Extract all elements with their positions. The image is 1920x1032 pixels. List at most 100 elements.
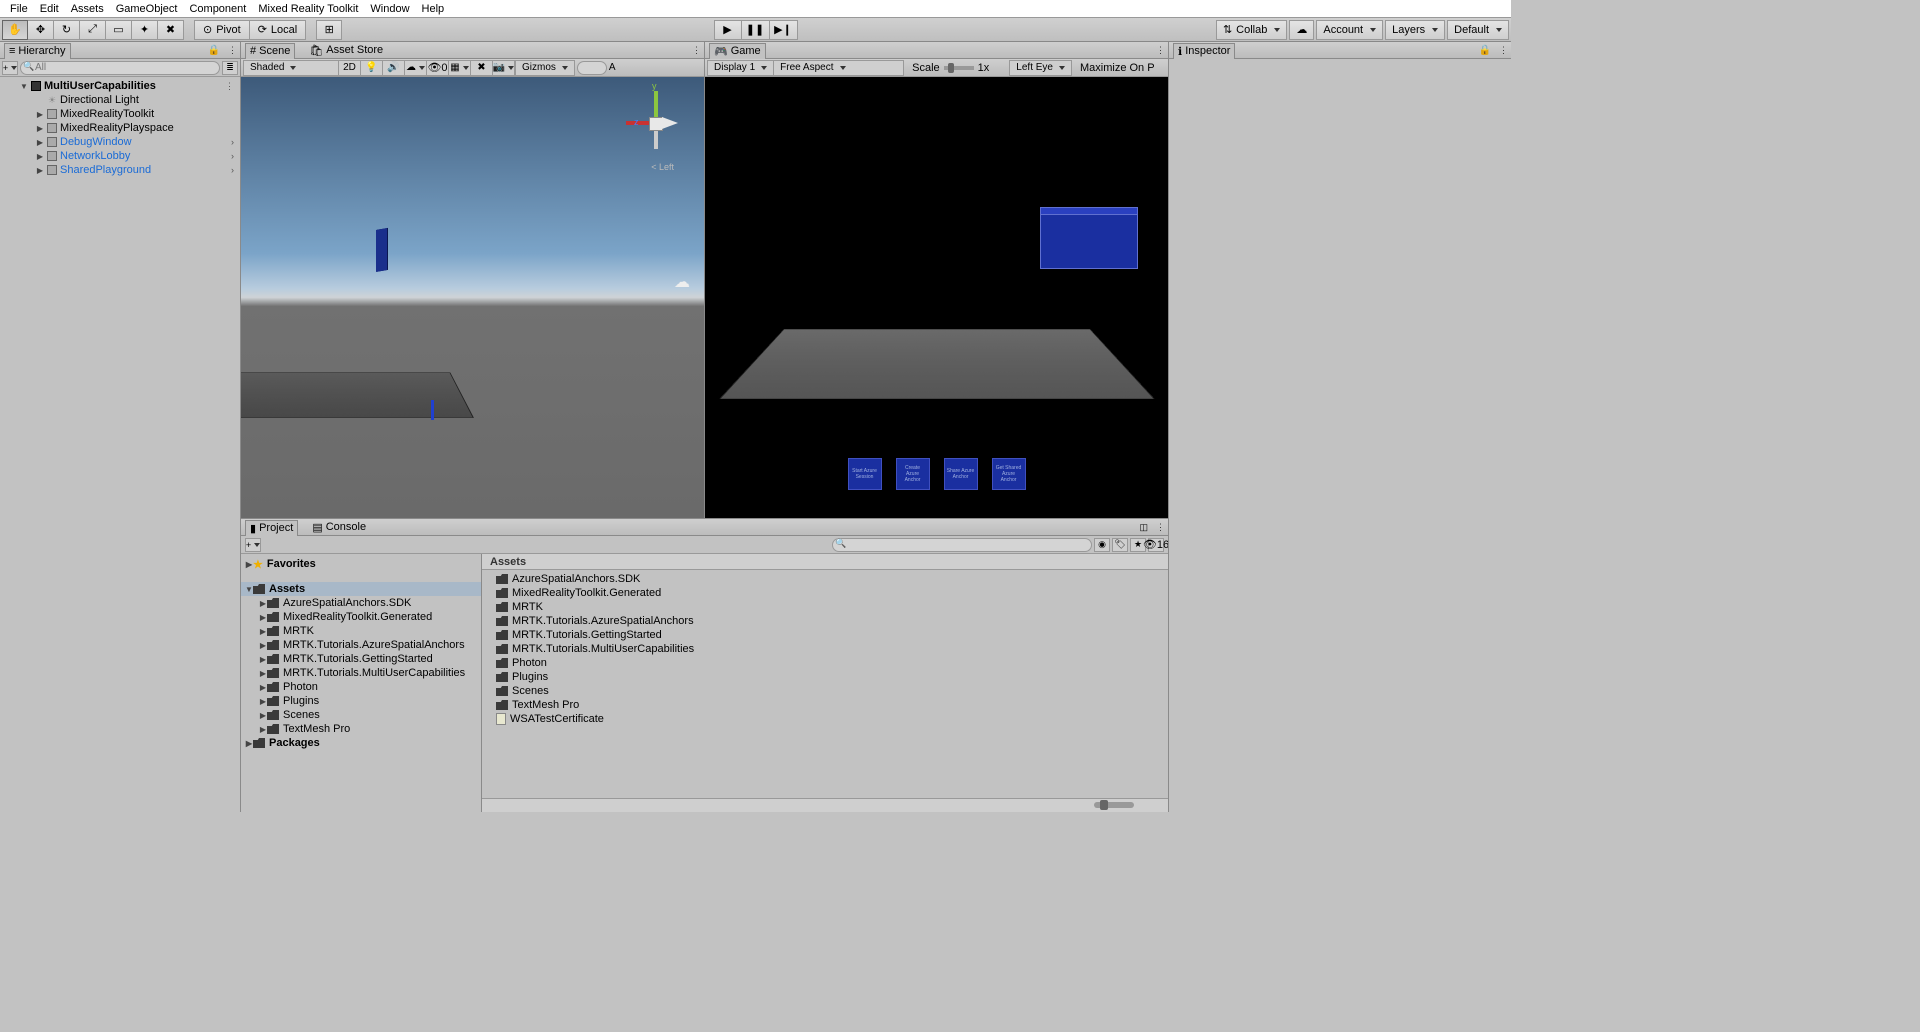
- expand-arrow-icon[interactable]: [259, 655, 267, 664]
- project-tree-item[interactable]: TextMesh Pro: [241, 722, 481, 736]
- lighting-toggle[interactable]: 💡: [361, 60, 383, 76]
- fx-toggle[interactable]: ☁: [405, 60, 427, 76]
- project-tree-item[interactable]: Plugins: [241, 694, 481, 708]
- inspector-lock-icon[interactable]: 🔒: [1479, 45, 1491, 56]
- project-tree-item[interactable]: MixedRealityToolkit.Generated: [241, 610, 481, 624]
- asset-item[interactable]: TextMesh Pro: [482, 698, 1168, 712]
- asset-item[interactable]: Scenes: [482, 684, 1168, 698]
- axis-gizmo[interactable]: z: [624, 85, 684, 165]
- menu-gameobject[interactable]: GameObject: [110, 0, 184, 17]
- gizmos-dropdown[interactable]: Gizmos: [515, 60, 575, 76]
- asset-size-slider[interactable]: [482, 798, 1168, 812]
- project-tree-item[interactable]: Photon: [241, 680, 481, 694]
- gizmo-y-neg[interactable]: [654, 131, 658, 149]
- scale-slider[interactable]: [944, 66, 974, 70]
- lock-icon[interactable]: 🔒: [208, 45, 220, 56]
- expand-arrow-icon[interactable]: [259, 669, 267, 678]
- custom-tool[interactable]: ✖: [158, 20, 184, 40]
- menu-assets[interactable]: Assets: [65, 0, 110, 17]
- game-menu-icon[interactable]: ⋮: [1156, 45, 1164, 56]
- expand-arrow-icon[interactable]: [36, 110, 44, 119]
- local-toggle[interactable]: ⟳Local: [250, 20, 307, 40]
- expand-arrow-icon[interactable]: [245, 739, 253, 748]
- create-dropdown[interactable]: +: [2, 61, 18, 75]
- expand-arrow-icon[interactable]: [259, 725, 267, 734]
- console-tab[interactable]: ▤ Console: [308, 519, 370, 535]
- project-tree-item[interactable]: MRTK: [241, 624, 481, 638]
- hierarchy-filter[interactable]: ≣: [222, 61, 238, 75]
- expand-arrow-icon[interactable]: [259, 711, 267, 720]
- layers-dropdown[interactable]: Layers: [1385, 20, 1445, 40]
- asset-store-tab[interactable]: 🛍 Asset Store: [305, 42, 387, 58]
- gizmo-center[interactable]: [649, 117, 663, 131]
- game-tab[interactable]: 🎮 Game: [709, 43, 766, 59]
- play-button[interactable]: ▶: [714, 20, 742, 40]
- expand-arrow-icon[interactable]: [259, 697, 267, 706]
- project-tree-item[interactable]: MRTK.Tutorials.AzureSpatialAnchors: [241, 638, 481, 652]
- asset-item[interactable]: WSATestCertificate: [482, 712, 1168, 726]
- packages-root[interactable]: Packages: [241, 736, 481, 750]
- account-dropdown[interactable]: Account: [1316, 20, 1383, 40]
- asset-item[interactable]: Plugins: [482, 670, 1168, 684]
- gizmo-y-axis[interactable]: [654, 91, 658, 117]
- expand-arrow-icon[interactable]: [259, 599, 267, 608]
- menu-mrtk[interactable]: Mixed Reality Toolkit: [252, 0, 364, 17]
- expand-arrow-icon[interactable]: [259, 627, 267, 636]
- game-viewport[interactable]: Start Azure Session Create Azure Anchor …: [705, 77, 1168, 518]
- project-tree-item[interactable]: Scenes: [241, 708, 481, 722]
- display-dropdown[interactable]: Display 1: [707, 60, 774, 76]
- scale-tool[interactable]: ⤢: [80, 20, 106, 40]
- row-menu-icon[interactable]: ›: [231, 165, 234, 175]
- project-tree-item[interactable]: AzureSpatialAnchors.SDK: [241, 596, 481, 610]
- scene-viewport[interactable]: z < Left ☁: [241, 77, 704, 518]
- menu-help[interactable]: Help: [416, 0, 451, 17]
- transform-tool[interactable]: ✦: [132, 20, 158, 40]
- expand-arrow-icon[interactable]: [36, 166, 44, 175]
- scene-row-menu-icon[interactable]: ⋮: [225, 81, 234, 92]
- project-create[interactable]: +: [245, 538, 261, 552]
- asset-item[interactable]: AzureSpatialAnchors.SDK: [482, 572, 1168, 586]
- menu-component[interactable]: Component: [183, 0, 252, 17]
- favorites-row[interactable]: Favorites: [241, 556, 481, 572]
- inspector-menu-icon[interactable]: ⋮: [1499, 45, 1507, 56]
- asset-item[interactable]: MixedRealityToolkit.Generated: [482, 586, 1168, 600]
- hidden-packages[interactable]: 👁16: [1148, 538, 1164, 552]
- grid-toggle[interactable]: ▦: [449, 60, 471, 76]
- expand-arrow-icon[interactable]: [259, 641, 267, 650]
- hierarchy-item[interactable]: MixedRealityPlayspace: [0, 121, 240, 135]
- layout-dropdown[interactable]: Default: [1447, 20, 1509, 40]
- row-menu-icon[interactable]: ›: [231, 137, 234, 147]
- row-menu-icon[interactable]: ›: [231, 151, 234, 161]
- hierarchy-search[interactable]: All: [20, 61, 220, 75]
- step-button[interactable]: ▶❙: [770, 20, 798, 40]
- expand-arrow-icon[interactable]: [245, 585, 253, 594]
- hidden-count[interactable]: 👁0: [427, 60, 449, 76]
- tool1[interactable]: ✖: [471, 60, 493, 76]
- cloud-button[interactable]: ☁: [1289, 20, 1314, 40]
- hierarchy-item[interactable]: DebugWindow›: [0, 135, 240, 149]
- expand-arrow-icon[interactable]: [245, 560, 253, 569]
- hierarchy-item[interactable]: Directional Light: [0, 93, 240, 107]
- search-mode[interactable]: A: [609, 62, 616, 73]
- aspect-dropdown[interactable]: Free Aspect: [774, 60, 904, 76]
- audio-toggle[interactable]: 🔊: [383, 60, 405, 76]
- expand-arrow-icon[interactable]: [20, 82, 28, 91]
- slider-knob[interactable]: [1100, 800, 1108, 810]
- gizmo-z-axis[interactable]: z: [634, 117, 639, 127]
- pivot-toggle[interactable]: ⊙Pivot: [194, 20, 250, 40]
- menu-file[interactable]: File: [4, 0, 34, 17]
- asset-item[interactable]: Photon: [482, 656, 1168, 670]
- hierarchy-menu-icon[interactable]: ⋮: [228, 45, 236, 56]
- hand-tool[interactable]: ✋: [2, 20, 28, 40]
- snap-tool[interactable]: ⊞: [316, 20, 342, 40]
- project-layout-icon[interactable]: ◫: [1139, 522, 1148, 533]
- menu-edit[interactable]: Edit: [34, 0, 65, 17]
- hierarchy-item[interactable]: NetworkLobby›: [0, 149, 240, 163]
- project-tab[interactable]: ▮ Project: [245, 520, 298, 536]
- asset-item[interactable]: MRTK: [482, 600, 1168, 614]
- rect-tool[interactable]: ▭: [106, 20, 132, 40]
- hierarchy-item[interactable]: MixedRealityToolkit: [0, 107, 240, 121]
- 2d-toggle[interactable]: 2D: [339, 60, 361, 76]
- filter-by-type[interactable]: ◉: [1094, 538, 1110, 552]
- scene-tab[interactable]: # Scene: [245, 43, 295, 59]
